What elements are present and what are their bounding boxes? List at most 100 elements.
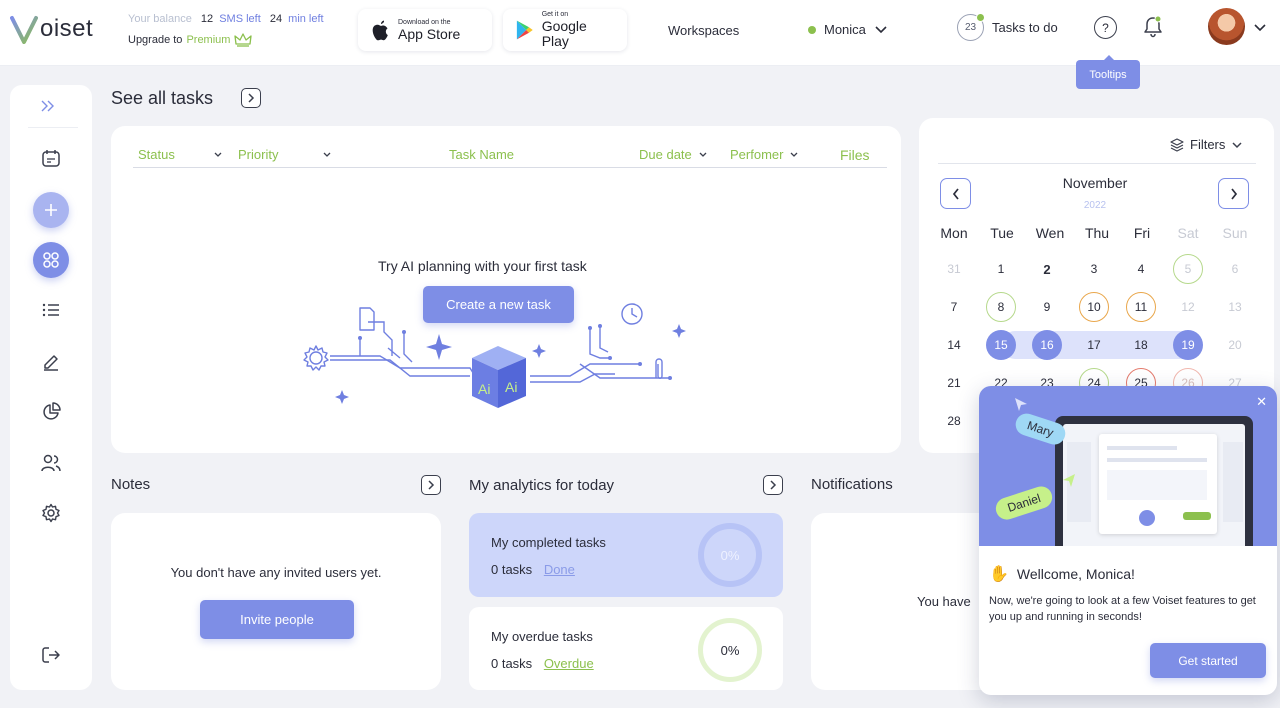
workspaces-link[interactable]: Workspaces [668, 23, 739, 38]
due-date-column-header[interactable]: Due date [639, 147, 708, 162]
calendar-next-button[interactable] [1218, 178, 1249, 209]
calendar-day[interactable]: 13 [1220, 292, 1250, 322]
google-play-button[interactable]: Get it on Google Play [503, 9, 627, 51]
top-header: oiset Your balance 12 SMS left 24 min le… [0, 0, 1280, 66]
calendar-prev-button[interactable] [940, 178, 971, 209]
calendar-day[interactable]: 4 [1126, 254, 1156, 284]
see-all-tasks-button[interactable] [241, 88, 261, 108]
calendar-icon[interactable] [36, 143, 66, 173]
weekday-sat: Sat [1177, 225, 1199, 241]
calendar-day-selected[interactable]: 19 [1173, 330, 1203, 360]
done-link[interactable]: Done [544, 562, 575, 577]
app-store-big: App Store [398, 25, 461, 42]
waving-hand-icon: ✋ [989, 566, 1009, 583]
calendar-day[interactable]: 14 [939, 330, 969, 360]
calendar-day[interactable]: 8 [986, 292, 1016, 322]
google-play-icon [516, 20, 533, 40]
performer-column-header[interactable]: Perfomer [730, 147, 799, 162]
calendar-day[interactable]: 5 [1173, 254, 1203, 284]
tasks-empty-title: Try AI planning with your first task [378, 258, 587, 274]
overdue-link[interactable]: Overdue [544, 656, 594, 671]
avatar-chevron-icon[interactable] [1253, 20, 1267, 38]
calendar-day[interactable]: 31 [939, 254, 969, 284]
calendar-day-selected[interactable]: 15 [986, 330, 1016, 360]
get-started-button[interactable]: Get started [1150, 643, 1266, 678]
chevron-down-icon [1232, 141, 1242, 148]
calendar-day[interactable]: 17 [1079, 330, 1109, 360]
status-column-header[interactable]: Status [138, 147, 223, 162]
overdue-tasks-count-row: 0 tasks Overdue [491, 656, 594, 671]
welcome-title-row: ✋ Wellcome, Monica! [989, 564, 1135, 584]
calendar-day[interactable]: 6 [1220, 254, 1250, 284]
logout-icon[interactable] [36, 640, 66, 670]
notes-open-button[interactable] [421, 475, 441, 495]
workspace-user-select[interactable]: Monica [808, 22, 888, 37]
chevron-right-icon [1230, 187, 1237, 200]
overdue-tasks-title: My overdue tasks [491, 629, 593, 644]
calendar-divider [938, 163, 1256, 164]
dashboard-button[interactable] [33, 242, 69, 278]
bell-icon[interactable] [1142, 15, 1164, 44]
logo[interactable]: oiset [10, 14, 93, 44]
help-icon[interactable]: ? [1094, 16, 1117, 39]
calendar-month: November [1062, 175, 1128, 191]
pie-chart-icon[interactable] [36, 397, 66, 427]
upgrade-link[interactable]: Upgrade to Premium [128, 33, 253, 47]
priority-column-header[interactable]: Priority [238, 147, 332, 162]
list-icon[interactable] [36, 295, 66, 325]
apple-icon [372, 20, 388, 41]
weekday-mon: Mon [940, 225, 968, 241]
plus-icon [45, 204, 57, 216]
calendar-day[interactable]: 3 [1079, 254, 1109, 284]
calendar-day[interactable]: 11 [1126, 292, 1156, 322]
overdue-progress-ring: 0% [698, 618, 762, 682]
ai-planning-illustration: Ai Ai [303, 303, 686, 408]
min-label: min left [288, 13, 324, 25]
balance-label: Your balance [128, 13, 192, 25]
chevron-down-icon [214, 152, 222, 157]
calendar-day[interactable]: 7 [939, 292, 969, 322]
calendar-day[interactable]: 12 [1173, 292, 1203, 322]
filters-button[interactable]: Filters [1170, 137, 1243, 152]
google-play-big: Google Play [541, 18, 587, 49]
logo-text: oiset [40, 15, 94, 42]
calendar-day[interactable]: 20 [1220, 330, 1250, 360]
overdue-tasks-count: 0 tasks [491, 656, 533, 671]
files-column-header: Files [840, 147, 870, 163]
tasks-to-do-button[interactable]: 23 Tasks to do [957, 13, 1058, 41]
sms-label: SMS left [219, 13, 261, 25]
chevron-right-icon [770, 480, 777, 490]
crown-icon [234, 33, 253, 47]
chevron-left-icon [952, 187, 959, 200]
user-avatar[interactable] [1208, 8, 1245, 45]
min-count: 24 [269, 13, 283, 25]
priority-label: Priority [238, 147, 279, 162]
calendar-day[interactable]: 18 [1126, 330, 1156, 360]
analytics-open-button[interactable] [763, 475, 783, 495]
users-icon[interactable] [36, 448, 66, 478]
calendar-day[interactable]: 9 [1032, 292, 1062, 322]
settings-gear-icon[interactable] [36, 498, 66, 528]
calendar-day-selected[interactable]: 16 [1032, 330, 1062, 360]
task-name-label: Task Name [449, 147, 515, 162]
table-header-divider [133, 167, 887, 168]
close-icon[interactable]: ✕ [1256, 394, 1267, 410]
add-button[interactable] [33, 192, 69, 228]
calendar-day[interactable]: 21 [939, 368, 969, 398]
layers-icon [1170, 137, 1184, 152]
calendar-day[interactable]: 1 [986, 254, 1016, 284]
welcome-popup: Mary Daniel ✕ ✋ Wellcome, Monica! Now, w… [979, 386, 1277, 695]
calendar-day[interactable]: 28 [939, 406, 969, 436]
edit-icon[interactable] [36, 346, 66, 376]
sidebar [10, 85, 92, 690]
welcome-text: Now, we're going to look at a few Voiset… [989, 595, 1256, 623]
weekday-wed: Wen [1035, 225, 1065, 241]
invite-people-button[interactable]: Invite people [200, 600, 354, 639]
weekday-fri: Fri [1133, 225, 1151, 241]
calendar-day-today[interactable]: 2 [1032, 254, 1062, 284]
chevron-down-icon [875, 25, 887, 33]
calendar-day[interactable]: 10 [1079, 292, 1109, 322]
expand-sidebar-icon[interactable] [40, 99, 56, 115]
sms-count: 12 [200, 13, 214, 25]
app-store-button[interactable]: Download on the App Store [358, 9, 492, 51]
